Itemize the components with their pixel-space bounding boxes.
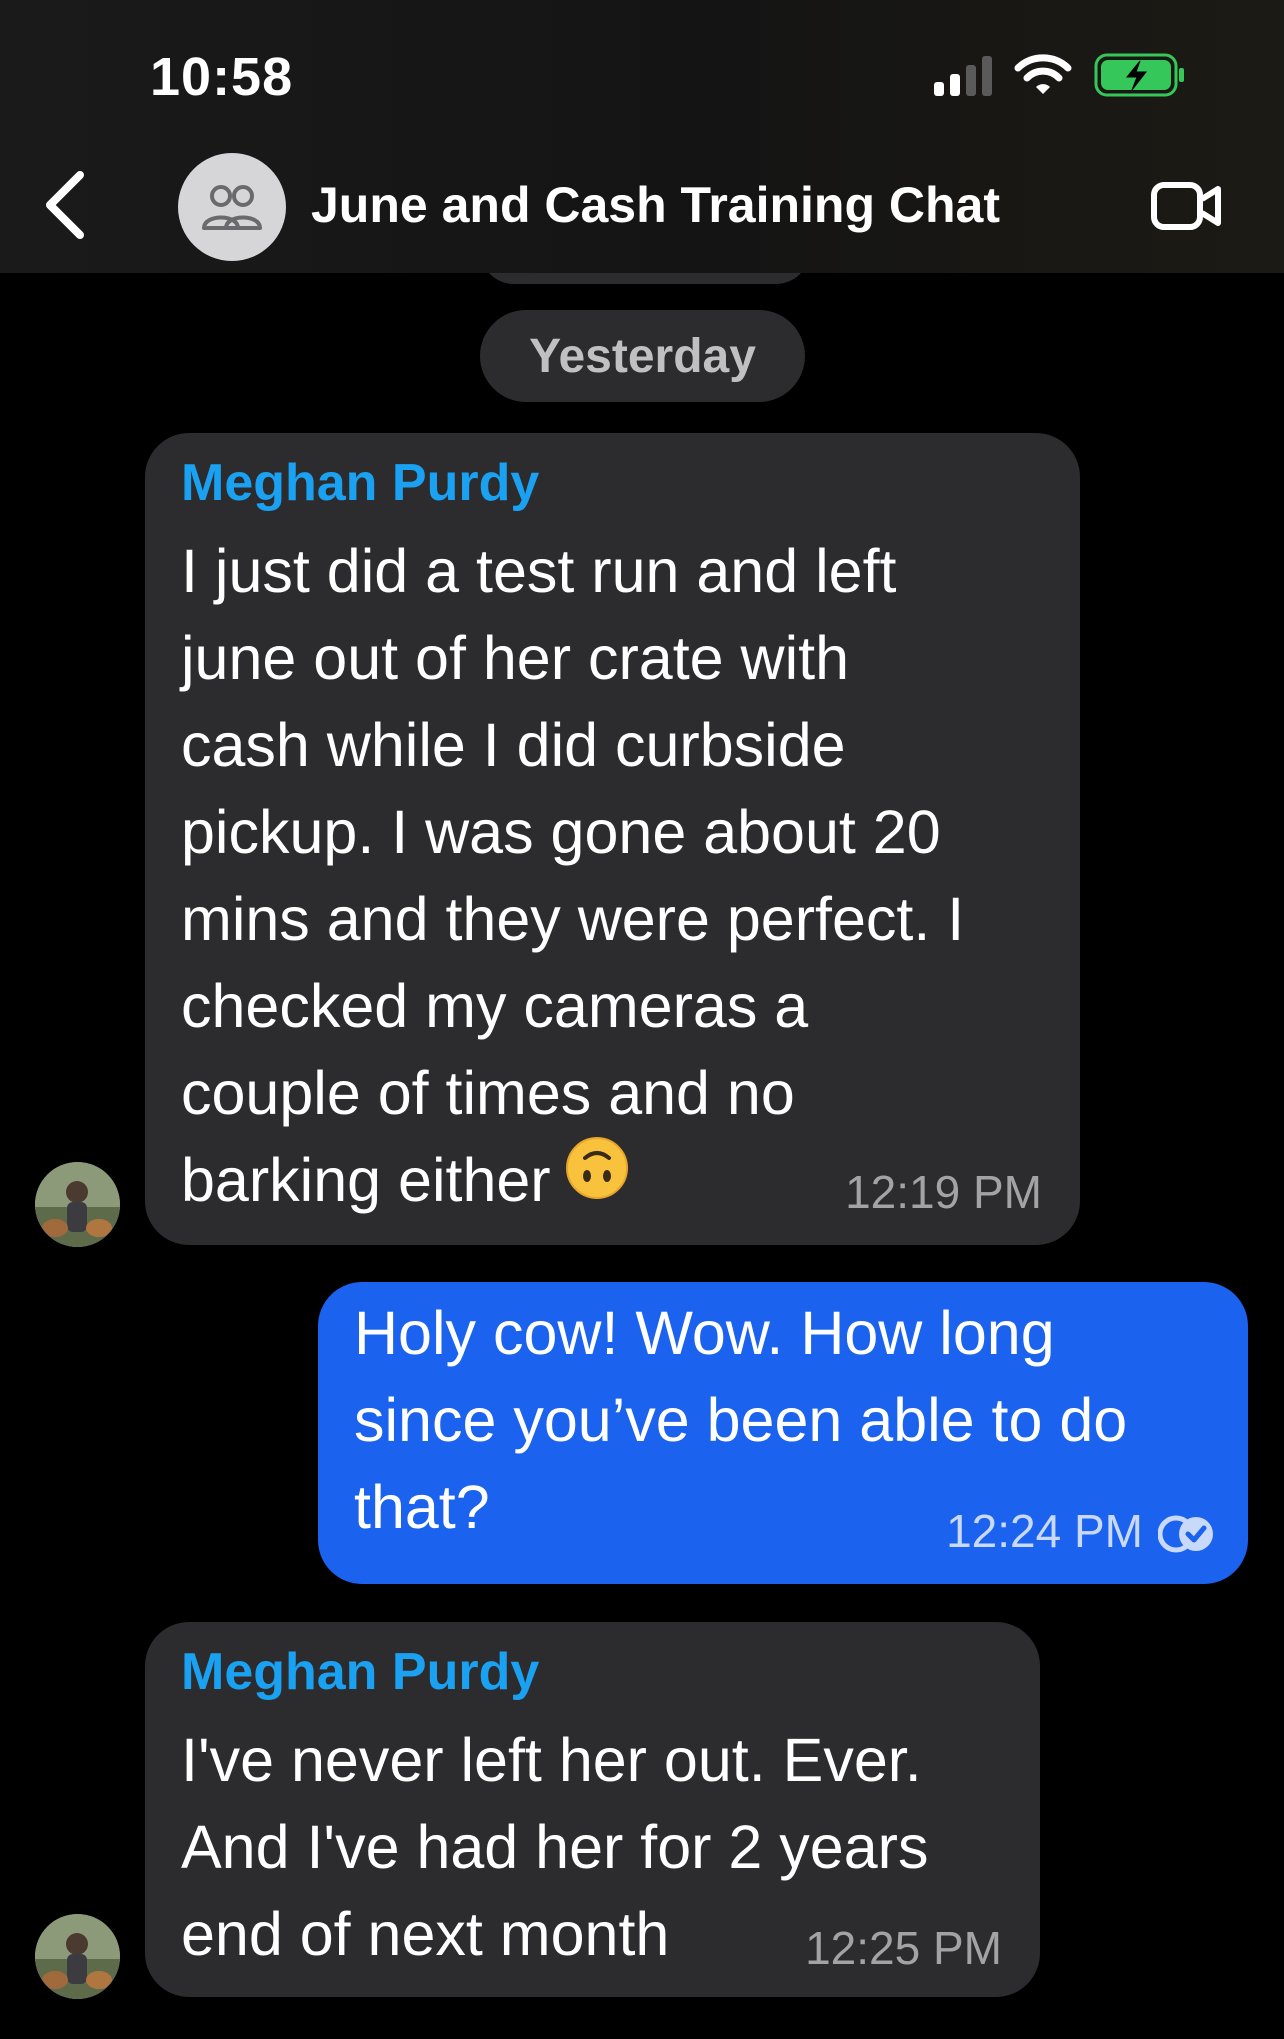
sender-name[interactable]: Meghan Purdy [181, 1642, 539, 1702]
video-call-button[interactable] [1148, 176, 1224, 236]
cellular-signal-icon [934, 54, 992, 96]
message-timestamp: 12:25 PM [805, 1922, 1002, 1974]
sender-name[interactable]: Meghan Purdy [181, 453, 539, 513]
chevron-left-icon [46, 171, 84, 239]
message-line: pickup. I was gone about 20 [181, 798, 941, 866]
back-button[interactable] [30, 160, 100, 250]
date-separator: Yesterday [480, 310, 805, 402]
message-line: I just did a test run and left [181, 537, 897, 605]
upside-down-face-emoji-icon [565, 1136, 629, 1223]
message-line: I've never left her out. Ever. [181, 1726, 922, 1794]
chat-header: 10:58 June and Cash Training Chat [0, 0, 1284, 273]
video-camera-icon [1151, 182, 1221, 230]
avatar[interactable] [35, 1162, 120, 1247]
message-line: june out of her crate with [181, 624, 849, 692]
message-line: couple of times and no [181, 1059, 795, 1127]
message-text: I just did a test run and left june out … [181, 528, 964, 1224]
message-line: barking either [181, 1146, 551, 1214]
profile-photo [35, 1914, 120, 1999]
message-line: mins and they were perfect. I [181, 885, 965, 953]
group-people-icon [202, 185, 262, 230]
avatar[interactable] [35, 1914, 120, 1999]
message-line: checked my cameras a [181, 972, 809, 1040]
message-timestamp: 12:19 PM [845, 1166, 1042, 1218]
group-avatar[interactable] [178, 153, 286, 261]
chat-title[interactable]: June and Cash Training Chat [311, 176, 1000, 234]
message-line: since you’ve been able to do [354, 1386, 1128, 1454]
message-bubble-incoming[interactable]: Meghan Purdy I just did a test run and l… [145, 433, 1080, 1245]
message-bubble-incoming[interactable]: Meghan Purdy I've never left her out. Ev… [145, 1622, 1040, 1997]
read-receipt-icon [1158, 1515, 1213, 1553]
message-line: Holy cow! Wow. How long [354, 1299, 1055, 1367]
profile-photo [35, 1162, 120, 1247]
message-line: And I've had her for 2 years [181, 1813, 929, 1881]
message-bubble-outgoing[interactable]: Holy cow! Wow. How long since you’ve bee… [318, 1282, 1248, 1584]
status-time: 10:58 [150, 47, 294, 107]
status-icons [934, 52, 1186, 98]
message-timestamp: 12:24 PM [946, 1505, 1143, 1557]
message-line: cash while I did curbside [181, 711, 846, 779]
wifi-icon [1014, 54, 1072, 94]
battery-charging-icon [1094, 53, 1184, 97]
